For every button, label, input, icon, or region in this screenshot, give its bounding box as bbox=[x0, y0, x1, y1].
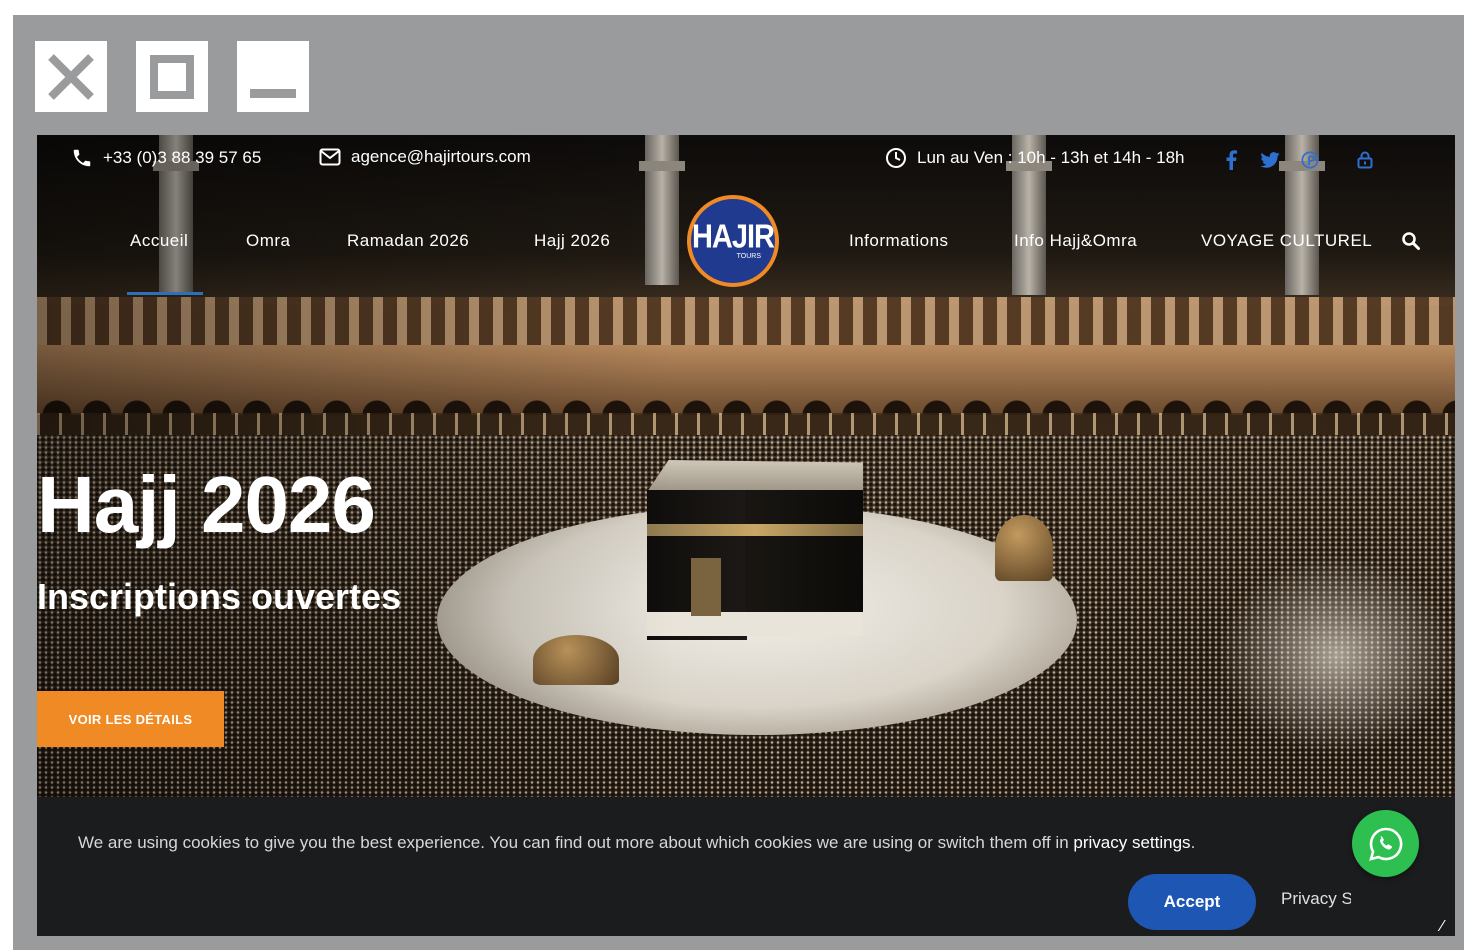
cookie-message: We are using cookies to give you the bes… bbox=[78, 833, 1195, 853]
phone-icon bbox=[73, 149, 91, 167]
corner-glyph: ⁄ bbox=[1441, 918, 1444, 935]
nav-item-accueil[interactable]: Accueil bbox=[130, 231, 188, 251]
opening-hours: Lun au Ven : 10h - 13h et 14h - 18h bbox=[885, 147, 1185, 169]
top-contact-bar: +33 (0)3 88 39 57 65 agence@hajirtours.c… bbox=[37, 135, 1455, 183]
twitter-link[interactable] bbox=[1259, 149, 1281, 171]
minimize-icon bbox=[250, 88, 296, 98]
twitter-icon bbox=[1260, 152, 1280, 168]
window-minimize-button[interactable] bbox=[237, 41, 309, 112]
cookie-banner: We are using cookies to give you the bes… bbox=[37, 797, 1455, 936]
search-icon bbox=[1402, 232, 1420, 250]
nav-item-voyage-culturel[interactable]: VOYAGE CULTUREL bbox=[1201, 231, 1372, 251]
nav-item-ramadan-2026[interactable]: Ramadan 2026 bbox=[347, 231, 469, 251]
contact-email[interactable]: agence@hajirtours.com bbox=[319, 147, 531, 167]
email-address: agence@hajirtours.com bbox=[351, 147, 531, 166]
search-button[interactable] bbox=[1401, 231, 1421, 251]
privacy-settings-link[interactable]: privacy settings bbox=[1073, 833, 1190, 852]
nav-item-info-hajj-omra[interactable]: Info Hajj&Omra bbox=[1014, 231, 1137, 251]
window-close-button[interactable] bbox=[35, 41, 107, 112]
facebook-link[interactable] bbox=[1220, 149, 1242, 171]
facebook-icon bbox=[1226, 150, 1237, 170]
phone-number: +33 (0)3 88 39 57 65 bbox=[103, 148, 262, 167]
nav-item-informations[interactable]: Informations bbox=[849, 231, 949, 251]
voir-les-details-button[interactable]: VOIR LES DÉTAILS bbox=[37, 691, 224, 747]
website-viewport: +33 (0)3 88 39 57 65 agence@hajirtours.c… bbox=[37, 135, 1455, 936]
hajir-tours-logo[interactable]: HAJIR TOURS bbox=[687, 195, 779, 287]
contact-phone[interactable]: +33 (0)3 88 39 57 65 bbox=[71, 147, 261, 169]
opening-hours-text: Lun au Ven : 10h - 13h et 14h - 18h bbox=[917, 148, 1185, 167]
privacy-settings-button[interactable]: Privacy Settings bbox=[1281, 889, 1351, 909]
pinterest-link[interactable] bbox=[1299, 149, 1321, 171]
window-maximize-button[interactable] bbox=[136, 41, 208, 112]
nav-item-hajj-2026[interactable]: Hajj 2026 bbox=[534, 231, 610, 251]
whatsapp-icon bbox=[1368, 827, 1402, 861]
login-link[interactable] bbox=[1354, 149, 1376, 171]
cookie-message-end: . bbox=[1190, 833, 1196, 852]
maximize-icon bbox=[150, 54, 194, 99]
accept-cookies-button[interactable]: Accept bbox=[1128, 874, 1256, 930]
nav-active-indicator bbox=[127, 292, 203, 295]
main-navigation: Accueil Omra Ramadan 2026 Hajj 2026 HAJI… bbox=[37, 195, 1455, 295]
whatsapp-chat-button[interactable] bbox=[1352, 810, 1419, 877]
hero-title: Hajj 2026 bbox=[37, 460, 376, 549]
nav-item-omra[interactable]: Omra bbox=[246, 231, 291, 251]
envelope-icon bbox=[319, 148, 341, 166]
hero-subtitle: Inscriptions ouvertes bbox=[37, 576, 402, 617]
cookie-message-text: We are using cookies to give you the bes… bbox=[78, 833, 1074, 852]
lock-icon bbox=[1357, 151, 1373, 169]
pinterest-icon bbox=[1301, 151, 1319, 169]
close-icon bbox=[48, 53, 94, 100]
logo-text: HAJIR bbox=[691, 218, 775, 255]
clock-icon bbox=[886, 148, 906, 168]
